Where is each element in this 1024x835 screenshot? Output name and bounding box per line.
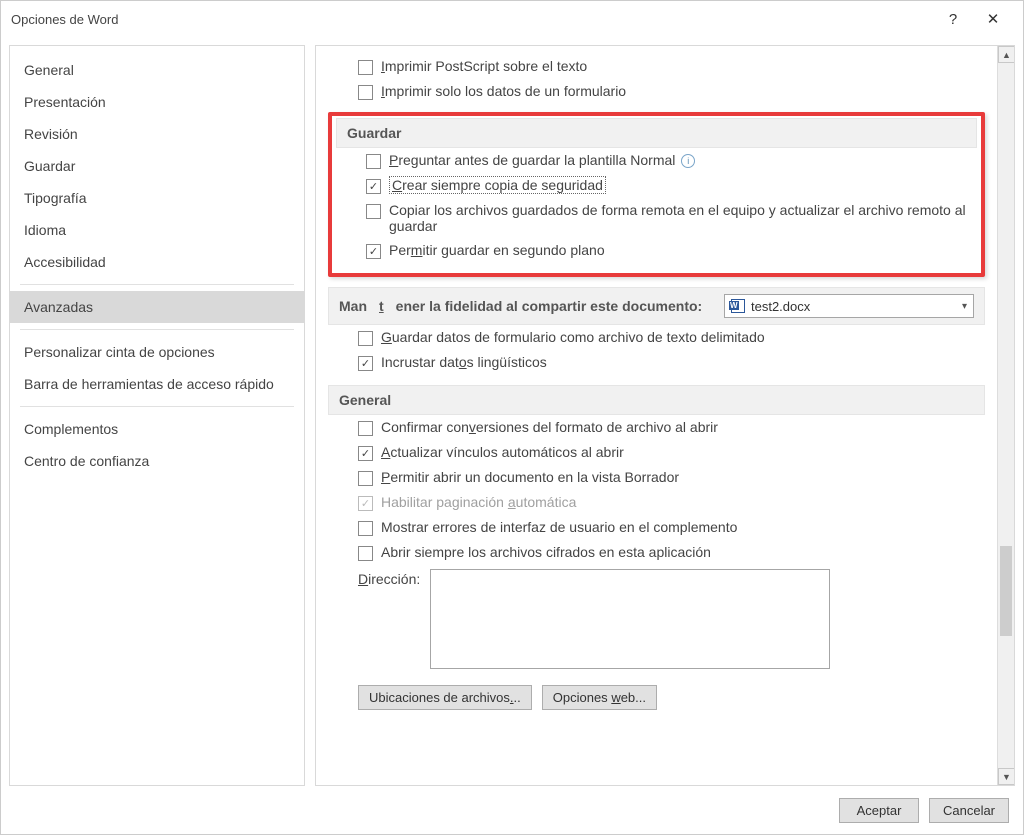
checkbox[interactable] [358, 471, 373, 486]
ok-button[interactable]: Aceptar [839, 798, 919, 823]
sidebar-item-presentación[interactable]: Presentación [10, 86, 304, 118]
sidebar-item-barra-de-herramientas-de-acceso-rápido[interactable]: Barra de herramientas de acceso rápido [10, 368, 304, 400]
checkbox[interactable] [366, 154, 381, 169]
checkbox-row[interactable]: ✓ Permitir guardar en segundo plano [336, 238, 977, 263]
sidebar-item-general[interactable]: General [10, 54, 304, 86]
checkbox[interactable] [358, 521, 373, 536]
close-button[interactable]: ✕ [973, 1, 1013, 37]
checkbox-row[interactable]: Imprimir solo los datos de un formulario [328, 79, 985, 104]
checkbox-row[interactable]: Confirmar conversiones del formato de ar… [328, 415, 985, 440]
dialog-footer: Aceptar Cancelar [1, 786, 1023, 834]
checkbox[interactable]: ✓ [366, 179, 381, 194]
sidebar-separator [20, 329, 294, 330]
checkbox-label: Actualizar vínculos automáticos al abrir [381, 444, 624, 460]
checkbox-label: Confirmar conversiones del formato de ar… [381, 419, 718, 435]
address-row: Dirección: [328, 565, 985, 673]
checkbox-row[interactable]: Guardar datos de formulario como archivo… [328, 325, 985, 350]
address-textarea[interactable] [430, 569, 830, 669]
window-title: Opciones de Word [11, 12, 118, 27]
checkbox[interactable]: ✓ [358, 496, 373, 511]
checkbox[interactable] [358, 546, 373, 561]
checkbox-label: Copiar los archivos guardados de forma r… [389, 202, 977, 234]
category-sidebar: GeneralPresentaciónRevisiónGuardarTipogr… [9, 45, 305, 786]
checkbox-row[interactable]: Imprimir PostScript sobre el texto [328, 54, 985, 79]
sidebar-item-avanzadas[interactable]: Avanzadas [10, 291, 304, 323]
sidebar-item-personalizar-cinta-de-opciones[interactable]: Personalizar cinta de opciones [10, 336, 304, 368]
titlebar: Opciones de Word ? ✕ [1, 1, 1023, 37]
sidebar-item-centro-de-confianza[interactable]: Centro de confianza [10, 445, 304, 477]
help-button[interactable]: ? [933, 1, 973, 37]
chevron-down-icon: ▾ [962, 301, 967, 312]
checkbox[interactable] [358, 60, 373, 75]
section-header: General [328, 385, 985, 415]
info-icon: i [681, 154, 695, 168]
checkbox[interactable] [366, 204, 381, 219]
scroll-up-button[interactable]: ▲ [998, 46, 1015, 63]
sidebar-separator [20, 406, 294, 407]
scroll-down-button[interactable]: ▼ [998, 768, 1015, 785]
checkbox-row[interactable]: Abrir siempre los archivos cifrados en e… [328, 540, 985, 565]
checkbox-row[interactable]: Mostrar errores de interfaz de usuario e… [328, 515, 985, 540]
address-label: Dirección: [358, 569, 420, 587]
options-dialog: Opciones de Word ? ✕ GeneralPresentación… [0, 0, 1024, 835]
checkbox-label: Crear siempre copia de seguridad [389, 177, 606, 193]
cancel-button[interactable]: Cancelar [929, 798, 1009, 823]
sidebar-item-revisión[interactable]: Revisión [10, 118, 304, 150]
checkbox-label: Guardar datos de formulario como archivo… [381, 329, 765, 345]
checkbox-label: Habilitar paginación automática [381, 494, 576, 510]
checkbox-label: Permitir abrir un documento en la vista … [381, 469, 679, 485]
guardar-section-highlight: Guardar Preguntar antes de guardar la pla… [328, 112, 985, 277]
checkbox-label: Imprimir solo los datos de un formulario [381, 83, 626, 99]
scroll-thumb[interactable] [1000, 546, 1012, 636]
sidebar-item-tipografía[interactable]: Tipografía [10, 182, 304, 214]
document-dropdown[interactable]: test2.docx ▾ [724, 294, 974, 318]
checkbox-label: Incrustar datos lingüísticos [381, 354, 547, 370]
file-locations-button[interactable]: Ubicaciones de archivos... [358, 685, 532, 710]
sidebar-item-guardar[interactable]: Guardar [10, 150, 304, 182]
section-header: Guardar [336, 118, 977, 148]
checkbox[interactable]: ✓ [358, 446, 373, 461]
checkbox-row[interactable]: Preguntar antes de guardar la plantilla … [336, 148, 977, 173]
checkbox-row[interactable]: Permitir abrir un documento en la vista … [328, 465, 985, 490]
word-doc-icon [731, 299, 745, 313]
checkbox[interactable] [358, 331, 373, 346]
button-row: Ubicaciones de archivos... Opciones web..… [328, 673, 985, 714]
settings-panel: Imprimir PostScript sobre el texto Imprim… [315, 45, 1015, 786]
checkbox-row[interactable]: ✓ Crear siempre copia de seguridad [336, 173, 977, 198]
checkbox-row[interactable]: Copiar los archivos guardados de forma r… [336, 198, 977, 238]
section-header: Mantener la fidelidad al compartir este … [328, 287, 985, 325]
scrollbar-vertical[interactable]: ▲ ▼ [997, 46, 1014, 785]
dropdown-value: test2.docx [751, 299, 810, 314]
checkbox-row[interactable]: ✓ Incrustar datos lingüísticos [328, 350, 985, 375]
checkbox-label: Permitir guardar en segundo plano [389, 242, 605, 258]
sidebar-item-complementos[interactable]: Complementos [10, 413, 304, 445]
checkbox[interactable] [358, 421, 373, 436]
sidebar-item-accesibilidad[interactable]: Accesibilidad [10, 246, 304, 278]
checkbox-label: Preguntar antes de guardar la plantilla … [389, 152, 695, 168]
sidebar-item-idioma[interactable]: Idioma [10, 214, 304, 246]
checkbox-row[interactable]: ✓ Actualizar vínculos automáticos al abri… [328, 440, 985, 465]
checkbox-row[interactable]: ✓ Habilitar paginación automática [328, 490, 985, 515]
checkbox-label: Mostrar errores de interfaz de usuario e… [381, 519, 737, 535]
checkbox-label: Abrir siempre los archivos cifrados en e… [381, 544, 711, 560]
web-options-button[interactable]: Opciones web... [542, 685, 657, 710]
checkbox[interactable] [358, 85, 373, 100]
checkbox-label: Imprimir PostScript sobre el texto [381, 58, 587, 74]
sidebar-separator [20, 284, 294, 285]
checkbox[interactable]: ✓ [358, 356, 373, 371]
checkbox[interactable]: ✓ [366, 244, 381, 259]
